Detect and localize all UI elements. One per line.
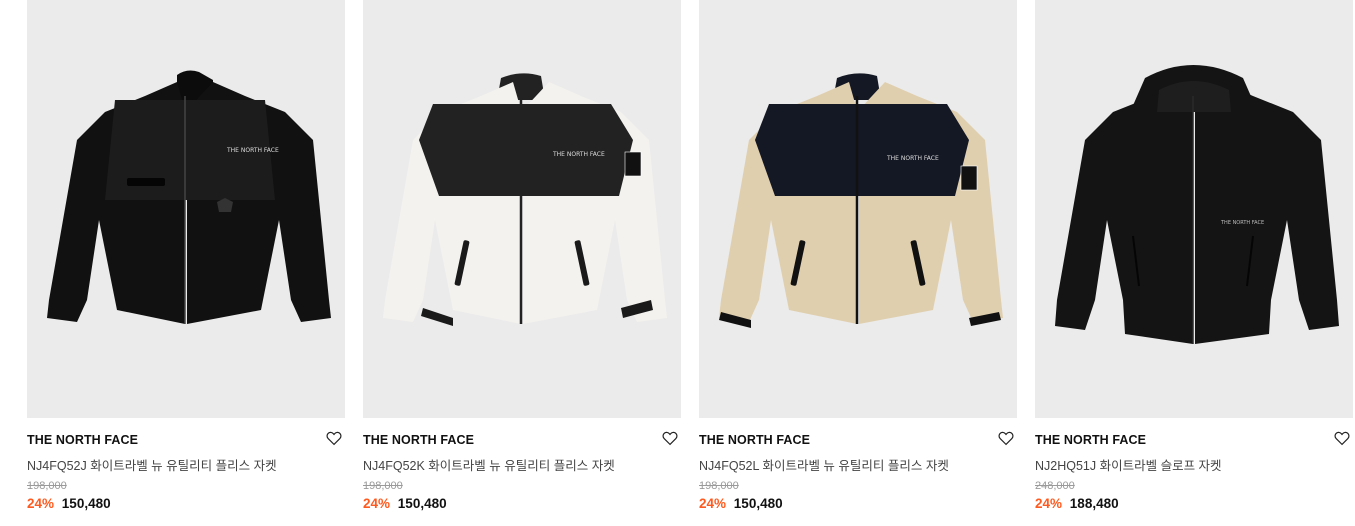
product-card[interactable]: THE NORTH FACE THE NORTH FACE NJ4FQ52L 화… (699, 0, 1017, 526)
black-fleece-jacket-image: THE NORTH FACE (47, 70, 331, 324)
heart-icon[interactable] (661, 429, 679, 447)
product-name[interactable]: NJ4FQ52L 화이트라벨 뉴 유틸리티 플리스 자켓 (699, 455, 949, 474)
heart-icon[interactable] (325, 429, 343, 447)
product-card[interactable]: THE NORTH FACE THE NORTH FACE NJ4FQ52K 화… (363, 0, 681, 526)
product-name[interactable]: NJ4FQ52J 화이트라벨 뉴 유틸리티 플리스 자켓 (27, 455, 277, 474)
product-brand[interactable]: THE NORTH FACE (699, 433, 810, 447)
product-card[interactable]: THE NORTH FACE THE NORTH FACE NJ2HQ51J 화… (1035, 0, 1353, 526)
product-name[interactable]: NJ4FQ52K 화이트라벨 뉴 유틸리티 플리스 자켓 (363, 455, 615, 474)
price-row: 24% 188,480 (1035, 496, 1119, 511)
product-card[interactable]: THE NORTH FACE THE NORTH FACE NJ4FQ52J 화… (27, 0, 345, 526)
product-grid: THE NORTH FACE THE NORTH FACE NJ4FQ52J 화… (0, 0, 1355, 526)
original-price: 198,000 (27, 480, 67, 492)
original-price: 198,000 (363, 480, 403, 492)
sale-price: 150,480 (733, 496, 783, 511)
svg-text:THE NORTH FACE: THE NORTH FACE (226, 147, 279, 154)
svg-text:THE NORTH FACE: THE NORTH FACE (886, 155, 939, 162)
original-price: 248,000 (1035, 480, 1075, 492)
product-brand[interactable]: THE NORTH FACE (363, 433, 474, 447)
product-brand[interactable]: THE NORTH FACE (1035, 433, 1146, 447)
product-brand[interactable]: THE NORTH FACE (27, 433, 138, 447)
product-name[interactable]: NJ2HQ51J 화이트라벨 슬로프 자켓 (1035, 455, 1222, 474)
sale-price: 188,480 (1069, 496, 1119, 511)
price-row: 24% 150,480 (363, 496, 447, 511)
black-hooded-jacket-image: THE NORTH FACE (1055, 65, 1339, 344)
product-image[interactable]: THE NORTH FACE (27, 0, 345, 418)
sale-price: 150,480 (61, 496, 111, 511)
sale-price: 150,480 (397, 496, 447, 511)
white-fleece-jacket-image: THE NORTH FACE (383, 73, 667, 326)
product-image[interactable]: THE NORTH FACE (1035, 0, 1353, 418)
heart-icon[interactable] (997, 429, 1015, 447)
discount-rate: 24% (1035, 496, 1063, 511)
original-price: 198,000 (699, 480, 739, 492)
discount-rate: 24% (699, 496, 727, 511)
discount-rate: 24% (363, 496, 391, 511)
heart-icon[interactable] (1333, 429, 1351, 447)
discount-rate: 24% (27, 496, 55, 511)
svg-text:THE NORTH FACE: THE NORTH FACE (1220, 220, 1264, 226)
beige-fleece-jacket-image: THE NORTH FACE (719, 73, 1003, 328)
product-image[interactable]: THE NORTH FACE (363, 0, 681, 418)
price-row: 24% 150,480 (27, 496, 111, 511)
price-row: 24% 150,480 (699, 496, 783, 511)
svg-text:THE NORTH FACE: THE NORTH FACE (552, 151, 605, 158)
product-image[interactable]: THE NORTH FACE (699, 0, 1017, 418)
